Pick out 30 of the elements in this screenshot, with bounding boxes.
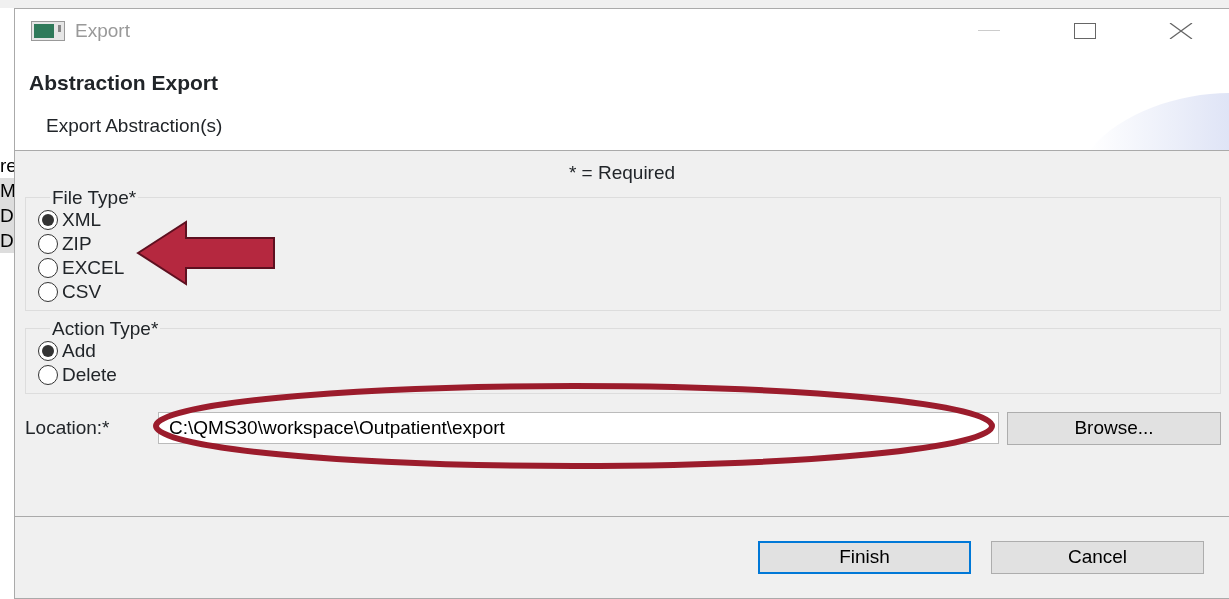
radio-button[interactable]: [38, 209, 58, 230]
cancel-button[interactable]: Cancel: [991, 541, 1204, 574]
window-icon: [31, 21, 65, 41]
radio-label[interactable]: Delete: [62, 362, 117, 387]
browse-button[interactable]: Browse...: [1007, 411, 1221, 445]
maximize-icon: [1074, 23, 1096, 39]
group-label: File Type*: [51, 187, 138, 208]
background-text: D: [0, 228, 14, 253]
radio-button[interactable]: [38, 257, 58, 278]
radio-label[interactable]: CSV: [62, 279, 102, 304]
radio-button[interactable]: [38, 233, 58, 254]
page-title: Abstraction Export: [29, 70, 219, 96]
background-text: M: [0, 178, 14, 203]
radio-button[interactable]: [38, 364, 58, 385]
finish-button[interactable]: Finish: [758, 541, 971, 574]
radio-label[interactable]: ZIP: [62, 231, 92, 256]
radio-label[interactable]: EXCEL: [62, 255, 125, 280]
close-icon: [1169, 23, 1193, 39]
background-text: D: [0, 203, 14, 228]
location-label: Location:*: [25, 415, 111, 440]
radio-button[interactable]: [38, 281, 58, 302]
radio-button[interactable]: [38, 340, 58, 361]
location-field[interactable]: C:\QMS30\workspace\Outpatient\export: [158, 412, 999, 444]
group-label: Action Type*: [51, 318, 160, 339]
page-subtitle: Export Abstraction(s): [46, 113, 223, 138]
minimize-icon: [978, 30, 1000, 32]
window-title: Export: [75, 18, 130, 43]
radio-label[interactable]: Add: [62, 338, 96, 363]
radio-label[interactable]: XML: [62, 207, 102, 232]
required-note: * = Required: [568, 162, 676, 183]
